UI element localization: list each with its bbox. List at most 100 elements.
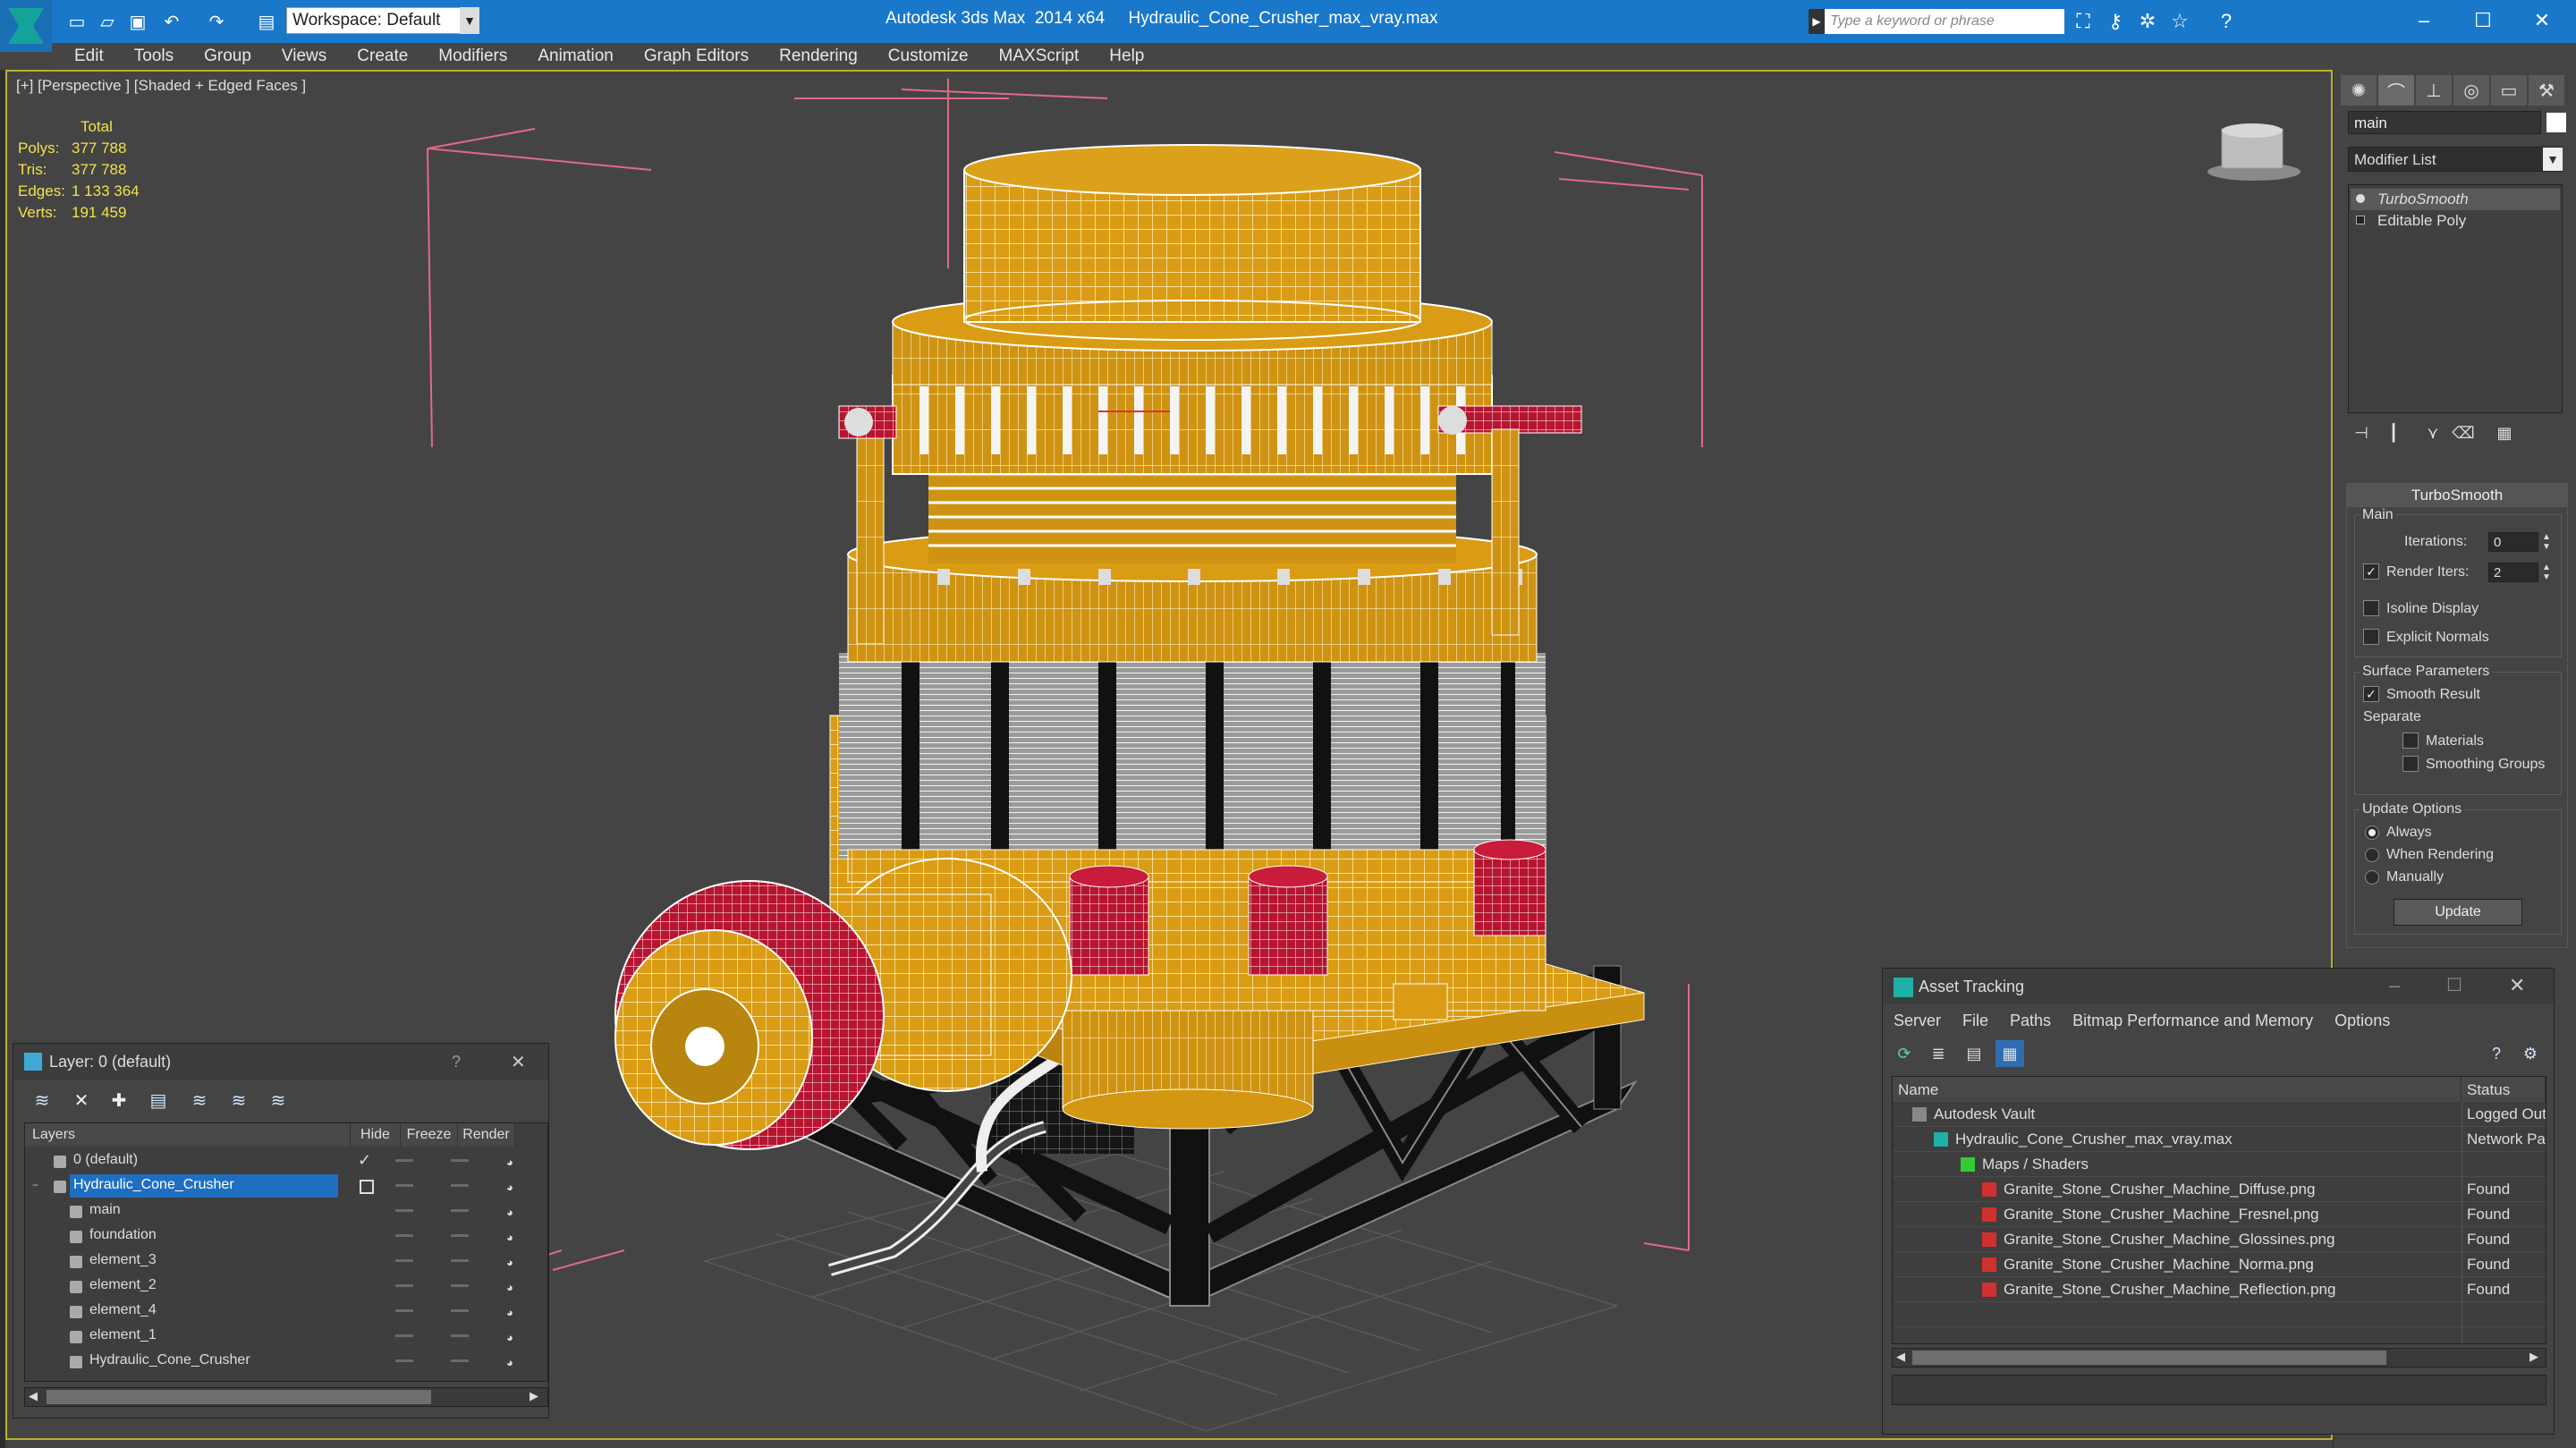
render-teapot-icon[interactable]: ◕ xyxy=(506,1281,522,1294)
layer-name[interactable]: main xyxy=(86,1199,345,1223)
layer-panel-title[interactable]: Layer: 0 (default) xyxy=(13,1044,548,1080)
active-layer-check-icon[interactable]: ✓ xyxy=(358,1151,371,1170)
render-teapot-icon[interactable]: ◕ xyxy=(506,1306,522,1319)
freeze-toggle[interactable] xyxy=(451,1284,469,1287)
column-header-layers[interactable]: Layers xyxy=(25,1123,351,1147)
asset-menu-paths[interactable]: Paths xyxy=(1999,1012,2062,1030)
render-teapot-icon[interactable]: ◕ xyxy=(506,1181,522,1194)
hide-toggle[interactable] xyxy=(395,1359,413,1362)
render-teapot-icon[interactable]: ◕ xyxy=(506,1256,522,1269)
utilities-tab-icon[interactable]: ⚒ xyxy=(2529,75,2564,106)
freeze-toggle[interactable] xyxy=(451,1184,469,1187)
minimize-button[interactable]: – xyxy=(2397,4,2451,38)
freeze-toggle[interactable] xyxy=(451,1334,469,1337)
layer-name[interactable]: element_3 xyxy=(86,1249,345,1273)
freeze-toggle[interactable] xyxy=(451,1309,469,1312)
freeze-toggle[interactable] xyxy=(451,1234,469,1237)
layer-name[interactable]: Hydraulic_Cone_Crusher xyxy=(86,1350,345,1373)
asset-row[interactable]: Maps / Shaders xyxy=(1893,1152,2546,1177)
asset-menu-options[interactable]: Options xyxy=(2324,1012,2401,1030)
menu-group[interactable]: Group xyxy=(189,47,267,66)
binoculars-icon[interactable]: ⛶ xyxy=(2070,9,2097,34)
app-logo-button[interactable] xyxy=(0,0,52,52)
modifier-list-dropdown[interactable]: Modifier List xyxy=(2348,147,2563,172)
freeze-toggle[interactable] xyxy=(451,1259,469,1262)
freeze-toggle[interactable] xyxy=(451,1209,469,1212)
key-icon[interactable]: ⚷ xyxy=(2102,9,2129,34)
asset-row[interactable]: Autodesk Vault Logged Out xyxy=(1893,1102,2546,1127)
render-teapot-icon[interactable]: ◕ xyxy=(506,1331,522,1344)
object-color-swatch[interactable] xyxy=(2546,113,2566,132)
set-active-layer-icon[interactable] xyxy=(360,1180,374,1194)
menu-create[interactable]: Create xyxy=(342,47,423,66)
show-end-result-icon[interactable]: ┃ xyxy=(2380,420,2407,445)
asset-row[interactable]: Granite_Stone_Crusher_Machine_Norma.png F… xyxy=(1893,1252,2546,1277)
layer-name[interactable]: Hydraulic_Cone_Crusher xyxy=(70,1174,338,1198)
column-header-status[interactable]: Status xyxy=(2462,1077,2546,1102)
asset-menu-file[interactable]: File xyxy=(1952,1012,1999,1030)
scrollbar-thumb[interactable] xyxy=(47,1390,431,1404)
horizontal-scrollbar[interactable]: ◀ ▶ xyxy=(1892,1348,2546,1368)
asset-row[interactable]: Granite_Stone_Crusher_Machine_Reflection… xyxy=(1893,1277,2546,1302)
expand-box-icon[interactable] xyxy=(2356,216,2365,224)
materials-checkbox[interactable] xyxy=(2402,732,2419,749)
undo-icon[interactable]: ↶ xyxy=(159,9,184,34)
layer-name[interactable]: 0 (default) xyxy=(70,1149,329,1173)
horizontal-scrollbar[interactable]: ◀ ▶ xyxy=(24,1387,548,1407)
configure-sets-icon[interactable]: ▦ xyxy=(2491,420,2518,445)
smooth-result-checkbox[interactable]: ✓ xyxy=(2363,686,2379,702)
scrollbar-thumb[interactable] xyxy=(1912,1351,2386,1365)
asset-menu-server[interactable]: Server xyxy=(1883,1012,1952,1030)
open-file-icon[interactable]: ▱ xyxy=(95,9,120,34)
layer-tool-icon[interactable]: ≋ xyxy=(26,1085,58,1115)
lightbulb-icon[interactable] xyxy=(2356,194,2365,203)
update-button[interactable]: Update xyxy=(2394,899,2522,926)
freeze-all-layers-icon[interactable]: ≋ xyxy=(262,1085,294,1115)
hide-toggle[interactable] xyxy=(395,1284,413,1287)
freeze-toggle[interactable] xyxy=(451,1159,469,1162)
menu-maxscript[interactable]: MAXScript xyxy=(984,47,1095,66)
modify-tab-icon[interactable]: ⌒ xyxy=(2378,75,2414,106)
help-icon[interactable]: ? xyxy=(2213,9,2240,34)
help-icon[interactable]: ? xyxy=(452,1053,461,1071)
list-view-icon[interactable]: ≣ xyxy=(1924,1040,1953,1067)
settings-icon[interactable]: ⚙ xyxy=(2516,1040,2545,1067)
hide-toggle[interactable] xyxy=(395,1159,413,1162)
layer-row[interactable]: 0 (default) ✓ ◕ xyxy=(25,1148,547,1173)
layer-row[interactable]: foundation ◕ xyxy=(25,1224,547,1249)
render-iters-spinner[interactable]: 2 xyxy=(2488,563,2538,582)
freeze-toggle[interactable] xyxy=(451,1359,469,1362)
layer-name[interactable]: element_2 xyxy=(86,1274,345,1298)
connect-icon[interactable]: ✲ xyxy=(2134,9,2161,34)
redo-icon[interactable]: ↷ xyxy=(204,9,229,34)
scroll-right-icon[interactable]: ▶ xyxy=(530,1389,538,1403)
star-icon[interactable]: ☆ xyxy=(2166,9,2193,34)
close-icon[interactable]: ✕ xyxy=(511,1051,526,1073)
workspace-dropdown[interactable]: Workspace: Default xyxy=(286,7,462,34)
menu-help[interactable]: Help xyxy=(1094,47,1159,66)
hide-all-layers-icon[interactable]: ≋ xyxy=(223,1085,255,1115)
hide-toggle[interactable] xyxy=(395,1209,413,1212)
search-input[interactable]: Type a keyword or phrase xyxy=(1825,9,2064,34)
save-file-icon[interactable]: ▣ xyxy=(125,9,150,34)
manually-radio[interactable] xyxy=(2365,870,2379,885)
view-cube[interactable] xyxy=(2207,123,2301,181)
layer-row[interactable]: element_3 ◕ xyxy=(25,1249,547,1274)
object-name-field[interactable]: main xyxy=(2348,111,2541,134)
maximize-button[interactable]: ☐ xyxy=(2456,4,2510,38)
spinner-arrows-icon[interactable]: ▲ ▼ xyxy=(2540,563,2553,582)
highlight-layer-icon[interactable]: ≋ xyxy=(183,1085,216,1115)
hide-toggle[interactable] xyxy=(395,1259,413,1262)
motion-tab-icon[interactable]: ◎ xyxy=(2453,75,2489,106)
layer-name[interactable]: element_4 xyxy=(86,1300,345,1323)
asset-row[interactable]: Granite_Stone_Crusher_Machine_Diffuse.pn… xyxy=(1893,1177,2546,1202)
collapse-icon[interactable]: − xyxy=(32,1179,38,1191)
menu-tools[interactable]: Tools xyxy=(119,47,189,66)
render-teapot-icon[interactable]: ◕ xyxy=(506,1156,522,1169)
scroll-right-icon[interactable]: ▶ xyxy=(2529,1350,2538,1364)
asset-menu-bitmap-performance[interactable]: Bitmap Performance and Memory xyxy=(2062,1012,2324,1030)
render-teapot-icon[interactable]: ◕ xyxy=(506,1231,522,1244)
stack-item-editable-poly[interactable]: Editable Poly xyxy=(2351,210,2560,232)
menu-customize[interactable]: Customize xyxy=(873,47,984,66)
hide-toggle[interactable] xyxy=(395,1309,413,1312)
